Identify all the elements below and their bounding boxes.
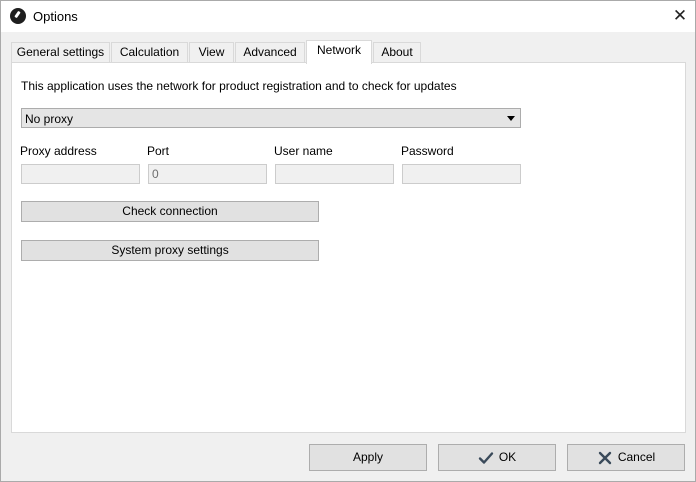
tab-view[interactable]: View (189, 42, 234, 63)
password-label: Password (401, 144, 454, 158)
proxy-address-field[interactable] (21, 164, 140, 184)
title-bar: Options ✕ (1, 1, 695, 32)
proxy-type-value: No proxy (25, 112, 74, 126)
cross-icon (598, 451, 612, 464)
port-label: Port (147, 144, 170, 158)
system-proxy-settings-button[interactable]: System proxy settings (21, 240, 319, 261)
check-connection-button[interactable]: Check connection (21, 201, 319, 222)
app-icon (10, 8, 26, 24)
cancel-button[interactable]: Cancel (567, 444, 685, 471)
tab-general-settings[interactable]: General settings (11, 42, 110, 63)
proxy-address-label: Proxy address (20, 144, 97, 158)
network-panel: This application uses the network for pr… (11, 62, 686, 433)
tab-strip: General settings Calculation View Advanc… (11, 40, 611, 64)
proxy-type-select[interactable]: No proxy (21, 108, 521, 128)
port-field[interactable]: 0 (148, 164, 267, 184)
tab-calculation[interactable]: Calculation (111, 42, 188, 63)
cancel-label: Cancel (617, 450, 656, 464)
tab-advanced[interactable]: Advanced (235, 42, 305, 63)
tab-network[interactable]: Network (306, 40, 372, 64)
apply-button[interactable]: Apply (309, 444, 427, 471)
chevron-down-icon (507, 116, 515, 121)
checkmark-icon (478, 451, 494, 464)
user-name-label: User name (274, 144, 333, 158)
window-title: Options (33, 9, 78, 24)
options-window: Options ✕ General settings Calculation V… (0, 0, 696, 482)
tab-about[interactable]: About (373, 42, 421, 63)
user-name-field[interactable] (275, 164, 394, 184)
network-info-text: This application uses the network for pr… (21, 79, 457, 93)
ok-label: OK (498, 450, 517, 464)
ok-button[interactable]: OK (438, 444, 556, 471)
apply-label: Apply (352, 450, 384, 464)
close-button[interactable]: ✕ (665, 1, 695, 31)
password-field[interactable] (402, 164, 521, 184)
